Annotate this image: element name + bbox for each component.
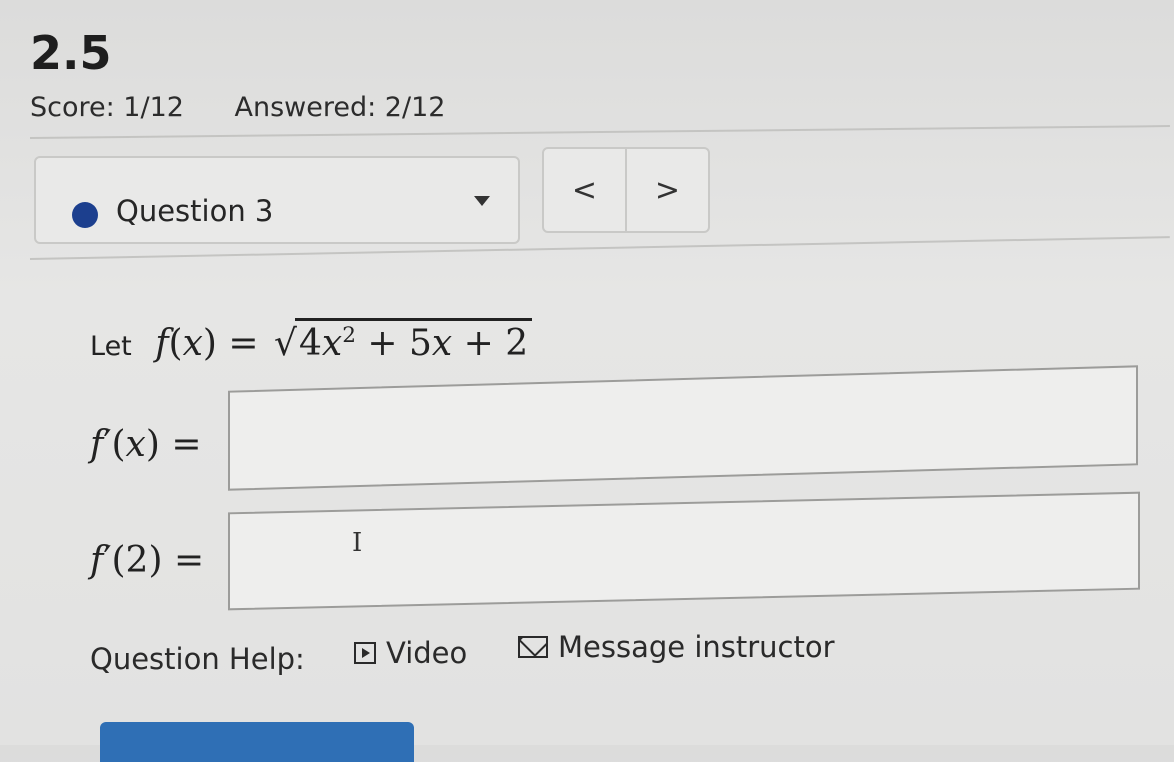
radicand-lead: 4 bbox=[298, 323, 322, 364]
question-dropdown[interactable]: Question 3 bbox=[34, 156, 520, 244]
derivative-at-2-func: f bbox=[90, 540, 104, 581]
score-text: Score: 1/12 bbox=[30, 92, 184, 123]
function-expression: f(x) = √4x2 + 5x + 2 bbox=[155, 318, 533, 364]
derivative-arg: x bbox=[125, 424, 146, 465]
help-label: Question Help: bbox=[90, 642, 305, 676]
question-nav-group: < > bbox=[542, 147, 710, 233]
radicand-var-2: x bbox=[431, 323, 453, 364]
derivative-at-2-arg: 2 bbox=[125, 540, 149, 581]
message-label: Message instructor bbox=[558, 630, 835, 664]
header-divider bbox=[29, 125, 1170, 139]
function-name: f bbox=[155, 323, 169, 364]
let-word: Let bbox=[90, 331, 132, 362]
problem-statement: Let f(x) = √4x2 + 5x + 2 bbox=[90, 318, 533, 364]
derivative-func: f bbox=[90, 424, 104, 465]
message-instructor-link[interactable]: Message instructor bbox=[518, 630, 835, 664]
mail-icon bbox=[518, 636, 548, 658]
function-variable: x bbox=[182, 323, 203, 364]
next-question-button[interactable]: > bbox=[627, 149, 708, 231]
derivative-label: f′(x) = bbox=[90, 424, 202, 465]
answered-text: Answered: 2/12 bbox=[234, 92, 446, 123]
radicand: 4x2 + 5x + 2 bbox=[294, 318, 533, 364]
previous-question-button[interactable]: < bbox=[544, 149, 627, 231]
video-link[interactable]: Video bbox=[354, 636, 467, 670]
derivative-at-2-label: f′(2) = bbox=[90, 540, 205, 581]
question-label: Question 3 bbox=[116, 194, 274, 228]
page-title: 2.5 bbox=[30, 26, 112, 80]
derivative-at-2-answer-input[interactable] bbox=[228, 491, 1140, 611]
radicand-tail: + 5 bbox=[367, 323, 432, 364]
derivative-answer-input[interactable] bbox=[228, 365, 1138, 491]
text-cursor-icon: I bbox=[352, 528, 363, 558]
radicand-exponent: 2 bbox=[342, 323, 356, 348]
submit-button[interactable] bbox=[100, 722, 414, 762]
square-root: √4x2 + 5x + 2 bbox=[270, 318, 533, 364]
video-play-icon bbox=[354, 642, 376, 664]
radicand-var-1: x bbox=[321, 323, 343, 364]
video-label: Video bbox=[386, 636, 468, 670]
radicand-const: + 2 bbox=[463, 323, 529, 364]
caret-down-icon bbox=[474, 196, 490, 206]
status-dot-icon bbox=[72, 202, 98, 228]
score-line: Score: 1/12 Answered: 2/12 bbox=[30, 92, 445, 123]
